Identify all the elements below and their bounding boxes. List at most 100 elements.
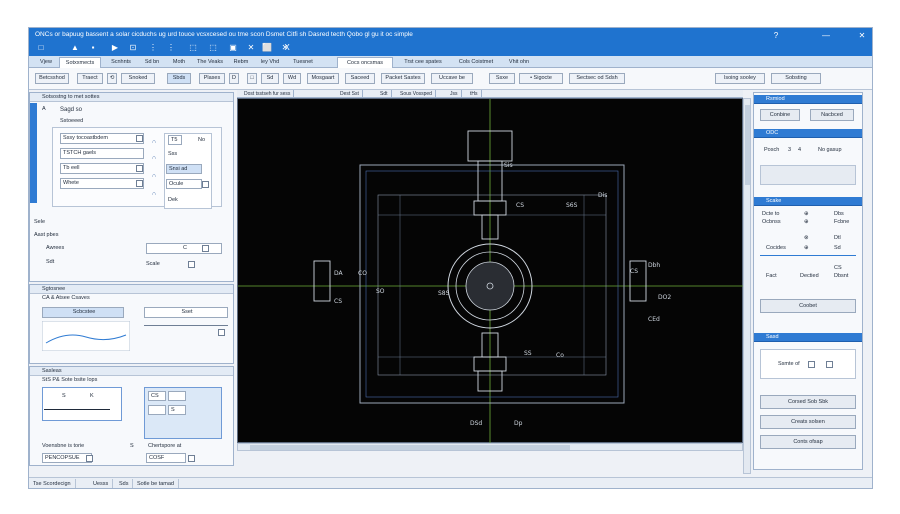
tab-vhit-ohn[interactable]: Vhit ohn <box>501 57 537 68</box>
mini-field-1[interactable]: CS <box>148 391 166 401</box>
left-connector <box>313 260 331 302</box>
help-icon[interactable]: ? <box>769 31 783 41</box>
ribbon-btn-16[interactable]: Sectsec od Sdsh <box>569 73 625 84</box>
qa-rect-icon[interactable]: ⬜ <box>261 42 273 53</box>
scake-row4-b[interactable]: ⊕ <box>804 245 809 251</box>
mini-field-4[interactable]: S <box>168 405 186 415</box>
ribbon-btn-9[interactable]: Wd <box>283 73 301 84</box>
drawing-canvas[interactable]: Sis CS S6S Dis DA CO SO S8S Dbh CS DO2 C… <box>237 98 744 444</box>
nacbced-button[interactable]: Nacbced <box>810 109 854 121</box>
ribbon-btn-18[interactable]: Sobsting <box>771 73 821 84</box>
tab-view[interactable]: Vjew <box>35 57 57 68</box>
tab-rebm[interactable]: Rebm <box>229 57 253 68</box>
ribbon-btn-13[interactable]: Uccave be <box>431 73 473 84</box>
layers-check-2[interactable] <box>188 455 195 462</box>
awrees-field[interactable]: C <box>146 243 222 254</box>
prop-right-field-3[interactable]: Ocule <box>166 179 202 189</box>
scake-row2-b[interactable]: ⊕ <box>804 219 809 225</box>
prop-field-3[interactable]: Tb eell <box>60 163 144 174</box>
close-icon[interactable]: ✕ <box>855 31 869 41</box>
ribbon-btn-11[interactable]: Saceed <box>345 73 375 84</box>
scale-check[interactable] <box>188 261 195 268</box>
scake-row1-b[interactable]: ⊕ <box>804 211 809 217</box>
prop-field-1[interactable]: Sssy tocoastbdem <box>60 133 144 144</box>
ssmte-check-1[interactable] <box>808 361 815 368</box>
ribbon-btn-8[interactable]: Sd <box>261 73 279 84</box>
tab-the-veaks[interactable]: The Veaks <box>193 57 227 68</box>
ribbon-btn-2[interactable]: Traect <box>77 73 103 84</box>
canvas-tab-1[interactable]: Dost tsstseh fur sess <box>241 90 295 98</box>
prop-check-2[interactable] <box>136 165 143 172</box>
right-button-2[interactable]: Creats solsen <box>760 415 856 429</box>
ssmte-check-2[interactable] <box>826 361 833 368</box>
qa-play-icon[interactable]: ▶ <box>109 42 121 53</box>
canvas-tab-3[interactable]: Sdt <box>377 90 392 98</box>
coobet-button[interactable]: Coobet <box>760 299 856 313</box>
qa-more2-icon[interactable]: ⋮ <box>165 42 177 53</box>
tab-sdbn[interactable]: Sd bn <box>139 57 165 68</box>
prop-check-3[interactable] <box>136 180 143 187</box>
qa-box-icon[interactable]: ⬚ <box>187 42 199 53</box>
ribbon-undo-icon[interactable]: ⟲ <box>107 73 117 84</box>
tab-trst-cee-spates[interactable]: Trst cee spates <box>395 57 451 68</box>
ribbon-btn-6[interactable]: D <box>229 73 239 84</box>
qa-triangle-icon[interactable]: ▲ <box>69 42 81 53</box>
tab-tuesnet[interactable]: Tuesnet <box>287 57 319 68</box>
awrees-check[interactable] <box>202 245 209 252</box>
qa-grid-icon[interactable]: ▣ <box>227 42 239 53</box>
status-item-3[interactable]: Sds <box>115 479 134 488</box>
ribbon-btn-4[interactable]: Sbds <box>167 73 191 84</box>
canvas-tab-6[interactable]: tHs <box>467 90 482 98</box>
canvas-tab-4[interactable]: Sous Vossped <box>397 90 436 98</box>
ribbon-btn-17[interactable]: lsoing sooley <box>715 73 765 84</box>
qa-frame-icon[interactable]: ⊡ <box>127 42 139 53</box>
layers-field-1[interactable]: PENCOPSUE <box>42 453 92 463</box>
ribbon-btn-5[interactable]: Plases <box>199 73 225 84</box>
canvas-hscrollbar[interactable] <box>237 443 743 451</box>
tab-moth[interactable]: Moth <box>167 57 191 68</box>
prop-right-field-1[interactable]: T5 <box>168 135 182 145</box>
combine-button[interactable]: Conbine <box>760 109 800 121</box>
prop-field-4[interactable]: Whete <box>60 178 144 189</box>
scake-row3-b[interactable]: ⊗ <box>804 235 809 241</box>
ribbon-btn-1[interactable]: Betcsshod <box>35 73 69 84</box>
ribbon-btn-10[interactable]: Mosgaart <box>307 73 339 84</box>
qa-x-icon[interactable]: ✕ <box>245 42 257 53</box>
layers-check-1[interactable] <box>86 455 93 462</box>
ribbon-dropdown[interactable]: • Sigocte <box>519 73 563 84</box>
canvas-hscroll-thumb[interactable] <box>250 445 570 450</box>
tab-scnhnts[interactable]: Scnhnts <box>105 57 137 68</box>
canvas-tab-2[interactable]: Dest Sst <box>337 90 363 98</box>
ribbon-btn-14[interactable]: Ssxe <box>489 73 515 84</box>
prop-check-4[interactable] <box>202 181 209 188</box>
mini-field-3[interactable] <box>148 405 166 415</box>
ribbon-btn-12[interactable]: Packet Sastes <box>381 73 425 84</box>
tab-cocs-oncsmas[interactable]: Cocs oncsmas <box>337 57 393 68</box>
layers-field-2[interactable]: COSF <box>146 453 186 463</box>
qa-more-icon[interactable]: ⋮ <box>147 42 159 53</box>
prop-check-1[interactable] <box>136 135 143 142</box>
style-check[interactable] <box>218 329 225 336</box>
status-item-2[interactable]: Uesss <box>89 479 114 488</box>
minimize-icon[interactable]: — <box>819 31 833 41</box>
tab-cols-coistmet[interactable]: Cols Coistmet <box>453 57 499 68</box>
style-field-1[interactable]: Scbcstee <box>42 307 124 318</box>
right-button-1[interactable]: Corsed Sob Sbk <box>760 395 856 409</box>
qa-square-icon[interactable]: ▪ <box>87 42 99 53</box>
qa-close-small-icon[interactable]: X <box>281 42 293 53</box>
prop-field-2[interactable]: TSTCH gaels <box>60 148 144 159</box>
right-button-3[interactable]: Conts ofsap <box>760 435 856 449</box>
style-field-2[interactable]: Sset <box>144 307 228 318</box>
prop-right-field-2[interactable]: Snsi ad <box>166 164 202 174</box>
qa-file-icon[interactable]: □ <box>35 42 47 53</box>
mini-field-2[interactable] <box>168 391 186 401</box>
qa-box2-icon[interactable]: ⬚ <box>207 42 219 53</box>
ribbon-btn-7[interactable]: □ <box>247 73 257 84</box>
canvas-vscrollbar[interactable] <box>743 98 751 474</box>
canvas-vscroll-thumb[interactable] <box>745 105 750 185</box>
canvas-tab-5[interactable]: Jss <box>447 90 462 98</box>
status-item-1[interactable]: Tse Scordecign <box>29 479 76 488</box>
tab-sotxxmects[interactable]: Sotxxmects <box>59 57 101 68</box>
tab-ley-vhd[interactable]: ley Vhd <box>255 57 285 68</box>
ribbon-btn-3[interactable]: Snoked <box>121 73 155 84</box>
